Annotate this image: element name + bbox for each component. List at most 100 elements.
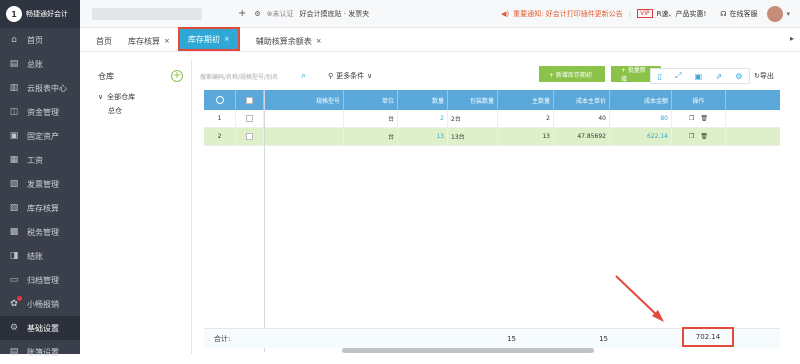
more-conditions-dropdown[interactable]: ⚲ 更多条件 ∨ [328, 71, 372, 81]
invoice-icon: ▧ [9, 179, 19, 189]
table-row[interactable]: 2 台 13 13台 13 47.85692 622.14 ❐ 🗑 [204, 128, 780, 146]
more-conditions-label: 更多条件 [336, 72, 365, 80]
row-checkbox[interactable] [236, 110, 264, 127]
home-icon: ⌂ [11, 35, 17, 45]
search-icon[interactable]: ⌕ [301, 71, 306, 81]
sidebar-item-report-center[interactable]: ▥ 云报表中心 [0, 76, 80, 100]
share-icon[interactable]: ⇗ [715, 72, 722, 81]
sidebar-item-label: 发票管理 [27, 179, 59, 189]
sidebar-item-close-account[interactable]: ◨ 结账 [0, 244, 80, 268]
save-icon[interactable]: ▣ [695, 72, 703, 81]
horizontal-scrollbar[interactable] [342, 348, 594, 353]
tab-home[interactable]: 首页 [88, 31, 120, 51]
cell-main-qty[interactable]: 2 [498, 110, 554, 127]
header-qty[interactable]: 数量 [398, 90, 448, 110]
column-settings[interactable] [204, 90, 236, 110]
add-opening-button[interactable]: + 新增库存期初 [539, 66, 605, 82]
sidebar-item-salary[interactable]: ▦ 工资 [0, 148, 80, 172]
delete-icon[interactable]: 🗑 [700, 115, 708, 122]
cell-spec[interactable] [264, 128, 344, 145]
expand-icon[interactable]: ⤢ [675, 71, 681, 81]
sidebar-item-label: 资金管理 [27, 107, 59, 117]
sidebar-item-label: 云报表中心 [27, 83, 67, 93]
online-service-button[interactable]: ☊ 在线客服 [720, 9, 757, 19]
sidebar-item-ledger[interactable]: ▤ 总账 [0, 52, 80, 76]
cell-pack-qty[interactable]: 13台 [448, 128, 498, 145]
sidebar-item-label: 固定资产 [27, 131, 59, 141]
header-label: 包装数量 [469, 97, 494, 105]
checkbox[interactable] [246, 133, 253, 140]
row-index: 2 [204, 128, 236, 145]
cell-amount[interactable]: 622.14 [610, 128, 672, 145]
cell-qty[interactable]: 13 [398, 128, 448, 145]
tab-label: 首页 [96, 36, 112, 46]
add-icon[interactable]: + [238, 8, 246, 19]
cell-unit-cost[interactable]: 47.85692 [554, 128, 610, 145]
vip-promo[interactable]: VIP R速、产品实惠! [637, 9, 706, 19]
cell-spec[interactable] [264, 110, 344, 127]
sidebar-item-inventory[interactable]: ▨ 库存核算 [0, 196, 80, 220]
header-label: 操作 [692, 97, 705, 105]
header-amount[interactable]: 成本金额 [610, 90, 672, 110]
tree-node-all[interactable]: ∨ 全部仓库 [98, 90, 191, 104]
tab-auxiliary-balance[interactable]: 辅助核算余额表 × [248, 31, 330, 51]
chevron-down-icon[interactable]: ∨ [98, 93, 103, 101]
cell-main-qty[interactable]: 13 [498, 128, 554, 145]
sidebar-item-tax[interactable]: ▩ 税务管理 [0, 220, 80, 244]
copy-icon[interactable]: ❐ [689, 115, 694, 122]
notice-text[interactable]: 重要通知: 好会计打印插件更新公告 [513, 9, 623, 19]
search-input[interactable]: 搜索编码/名称/规格型号/别名 ⌕ [200, 69, 308, 83]
header-pack-qty[interactable]: 包装数量 [448, 90, 498, 110]
header-spec[interactable]: 规格型号 [264, 90, 344, 110]
certification-status[interactable]: ⊕未认证 [267, 9, 294, 19]
app-logo[interactable]: 1 畅捷通好会计 [0, 0, 80, 28]
avatar[interactable] [767, 5, 784, 22]
grid-header: 规格型号 单位 数量 包装数量 主数量 成本主单价 成本金额 操作 [204, 90, 780, 110]
cell-amount[interactable]: 80 [610, 110, 672, 127]
close-icon[interactable]: × [164, 37, 170, 45]
header-unit[interactable]: 单位 [344, 90, 398, 110]
cell-qty[interactable]: 2 [398, 110, 448, 127]
select-all-checkbox[interactable] [236, 90, 264, 110]
header-unit-cost[interactable]: 成本主单价 [554, 90, 610, 110]
promo-link[interactable]: 好会计摸底贴 · 发票夹 [300, 9, 370, 19]
sidebar-item-home[interactable]: ⌂ 首页 [0, 28, 80, 52]
close-icon[interactable]: × [316, 37, 322, 45]
cell-unit[interactable]: 台 [344, 110, 398, 127]
cell-unit-cost[interactable]: 40 [554, 110, 610, 127]
cell-pack-qty[interactable]: 2台 [448, 110, 498, 127]
notice-area[interactable]: ◀) 重要通知: 好会计打印插件更新公告 [501, 9, 623, 19]
checkbox[interactable] [246, 115, 253, 122]
chevron-right-icon[interactable]: ▸ [790, 34, 794, 43]
sidebar-item-label: 库存核算 [27, 203, 59, 213]
sidebar-item-settings[interactable]: ⚙ 基础设置 [0, 316, 80, 340]
sidebar-item-archive[interactable]: ▭ 归档管理 [0, 268, 80, 292]
company-selector[interactable] [92, 7, 202, 20]
copy-icon[interactable]: ❐ [689, 133, 694, 140]
export-label: 导出 [759, 72, 774, 80]
cell-unit[interactable]: 台 [344, 128, 398, 145]
gear-icon[interactable]: ⚙ [254, 10, 260, 18]
table-row[interactable]: 1 台 2 2台 2 40 80 ❐ 🗑 [204, 110, 780, 128]
gear-icon[interactable] [215, 96, 224, 104]
row-checkbox[interactable] [236, 128, 264, 145]
tab-inventory-opening[interactable]: 库存期初 × [177, 27, 240, 51]
checkbox[interactable] [246, 96, 253, 104]
delete-icon[interactable]: 🗑 [700, 133, 708, 140]
sidebar-item-label: 总账 [27, 59, 43, 69]
sidebar-item-money[interactable]: ◫ 资金管理 [0, 100, 80, 124]
clipboard-icon[interactable]: ▯ [658, 72, 662, 81]
sidebar-item-books[interactable]: ▤ 账簿设置 [0, 340, 80, 364]
sidebar-item-invoice[interactable]: ▧ 发票管理 [0, 172, 80, 196]
add-warehouse-icon[interactable]: + [171, 70, 183, 82]
tree-node-main-warehouse[interactable]: 总仓 [98, 104, 191, 118]
tab-inventory-accounting[interactable]: 库存核算 × [120, 31, 178, 51]
close-icon[interactable]: × [224, 35, 230, 43]
sidebar-item-assets[interactable]: ▣ 固定资产 [0, 124, 80, 148]
arrow-head [652, 310, 664, 322]
sidebar-item-reimburse[interactable]: ✿ 小畅报销 [0, 292, 80, 316]
export-button[interactable]: ↻导出 [754, 71, 774, 81]
chevron-down-icon[interactable]: ▾ [786, 10, 790, 18]
settings-icon[interactable]: ⚙ [735, 72, 742, 81]
header-main-qty[interactable]: 主数量 [498, 90, 554, 110]
